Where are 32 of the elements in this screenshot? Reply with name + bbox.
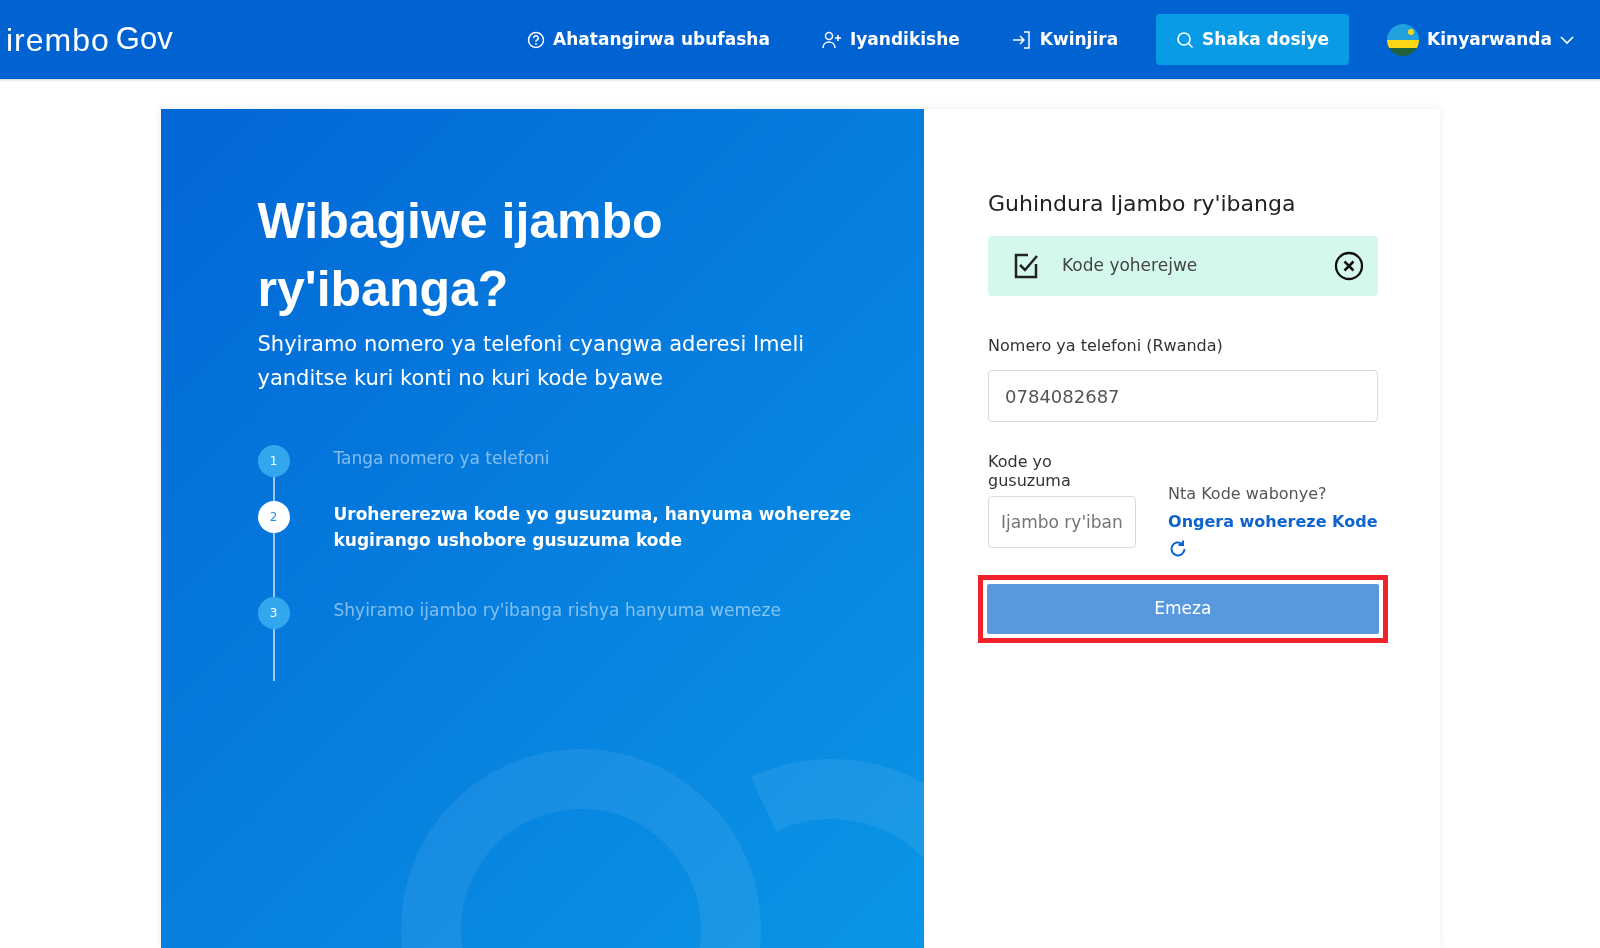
field-label: Nomero ya telefoni (Rwanda) — [988, 335, 1224, 357]
step-number: 1 — [257, 445, 290, 477]
search-icon — [1176, 30, 1195, 49]
code-input-field[interactable]: Ijambo ry'iban — [988, 496, 1137, 548]
phone-input-field[interactable]: 0784082687 — [988, 370, 1378, 422]
add-user-icon — [821, 30, 842, 49]
close-icon[interactable] — [1333, 251, 1364, 281]
checkbox-icon — [1012, 252, 1041, 280]
search-button[interactable]: Shaka dosiye — [1156, 13, 1350, 66]
page-description: Shyiramo nomero ya telefoni cyangwa aderesi Imeli yanditse kuri konti no kuri kode byawe — [257, 331, 806, 392]
login-icon — [1011, 30, 1032, 49]
help-icon — [527, 30, 546, 49]
step-text: Tanga nomero ya telefoni — [333, 447, 550, 470]
flag-icon — [1387, 23, 1420, 56]
alert-text: Kode yoherejwe — [1062, 254, 1198, 278]
nav-link[interactable]: Iyandikishe — [807, 16, 974, 63]
confirm-button[interactable]: Emeza — [987, 583, 1379, 634]
chevron-down-icon — [1560, 34, 1574, 45]
step-number: 2 — [257, 501, 290, 533]
step-text: Shyiramo ijambo ry'ibanga rishya hanyuma wemeze — [333, 599, 781, 622]
logo-suffix: Gov — [115, 20, 173, 59]
nav-link[interactable]: Kwinjira — [997, 16, 1133, 63]
form-title: Guhindura Ijambo ry'ibanga — [988, 190, 1297, 218]
resend-code-link[interactable]: Ongera wohereze Kode — [1168, 510, 1378, 534]
resend-question: Nta Kode wabonye? — [1168, 483, 1328, 505]
step-text: Urohererezwa kode yo gusuzuma, hanyuma wohereze kugirango ushobore gusuzuma kode — [333, 503, 852, 552]
nav-link[interactable]: Ahatangirwa ubufasha — [513, 16, 784, 63]
field-label: Kode yo gusuzuma — [988, 452, 1072, 490]
language-selector[interactable]: Kinyarwanda — [1373, 13, 1588, 66]
logo[interactable]: irembo — [6, 15, 110, 64]
page-heading: Wibagiwe ijambo ry'ibanga? — [257, 192, 664, 319]
step-number: 3 — [257, 597, 290, 629]
